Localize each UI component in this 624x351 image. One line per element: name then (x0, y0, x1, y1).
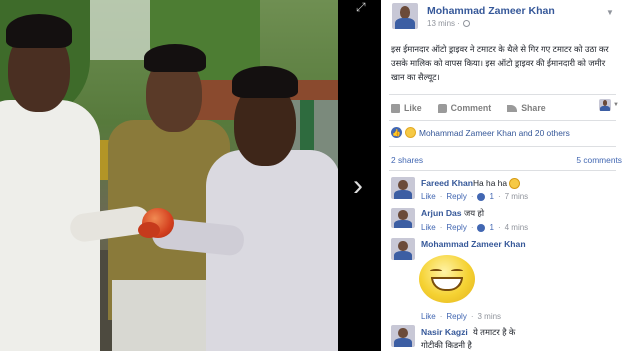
comment-meta: Like · Reply · 1 · 4 mins (421, 223, 529, 232)
sticker-eye (430, 269, 442, 273)
commenter-name[interactable]: Arjun Das (421, 208, 462, 218)
comment-text-content: Ha ha ha (473, 178, 507, 188)
chevron-down-icon[interactable]: ▼ (613, 102, 619, 108)
like-reaction-icon: 👍 (391, 127, 402, 138)
next-photo-button[interactable]: › (344, 168, 372, 204)
tomato (138, 222, 160, 238)
divider (389, 170, 616, 171)
laughing-emoji-icon (509, 178, 521, 190)
laughing-sticker (419, 255, 475, 303)
like-button[interactable]: Like (391, 103, 422, 113)
comments-count[interactable]: 5 comments (576, 155, 622, 165)
post-photo[interactable] (0, 0, 338, 351)
comment-label: Comment (450, 103, 492, 113)
comment-reply-link[interactable]: Reply (446, 312, 466, 321)
share-button[interactable]: Share (507, 103, 546, 113)
thumbs-up-icon (477, 192, 486, 201)
post-sidebar: Mohammad Zameer Khan 13 mins · ▼ इस ईमान… (381, 0, 624, 351)
author-name[interactable]: Mohammad Zameer Khan (427, 5, 555, 17)
comment-like-link[interactable]: Like (421, 192, 436, 201)
commenter-avatar[interactable] (391, 238, 415, 260)
comment-reply-link[interactable]: Reply (446, 192, 466, 201)
commenter-avatar[interactable] (391, 177, 415, 199)
sticker-eye (451, 269, 463, 273)
comment-like-link[interactable]: Like (421, 312, 436, 321)
post-text: इस ईमानदार ऑटो ड्राइवर ने टमाटर के थैले … (391, 44, 609, 82)
thumbs-up-icon (477, 223, 486, 232)
commenter-name[interactable]: Mohammad Zameer Khan (421, 239, 526, 249)
sticker-mouth (431, 277, 463, 291)
globe-icon (462, 20, 470, 27)
comment-text: Ha ha ha (473, 178, 521, 190)
like-label: Like (404, 103, 422, 113)
thumbs-up-icon (391, 103, 400, 113)
comment-reply-link[interactable]: Reply (446, 223, 466, 232)
divider (389, 94, 616, 95)
comment-text: ये तमाटर है के (473, 327, 516, 337)
commenter-avatar[interactable] (391, 208, 415, 228)
commenter-avatar[interactable] (391, 325, 415, 347)
share-label: Share (521, 103, 546, 113)
timestamp-text: 13 mins · (427, 19, 460, 28)
comment-button[interactable]: Comment (437, 103, 492, 113)
comment-like-link[interactable]: Like (421, 223, 436, 232)
reactions-text: Mohammad Zameer Khan and 20 others (419, 127, 570, 138)
post-timestamp[interactable]: 13 mins · (427, 19, 470, 28)
commenter-name[interactable]: Nasir Kagzi (421, 327, 468, 337)
divider (389, 120, 616, 121)
comment-meta: Like · Reply · 3 mins (421, 312, 502, 321)
comment-time[interactable]: 4 mins (505, 223, 529, 232)
share-icon (507, 104, 518, 112)
comment-meta: Like · Reply · 1 · 7 mins (421, 192, 529, 201)
comment-like-count[interactable]: 1 (489, 192, 493, 201)
divider (389, 146, 616, 147)
comment-time[interactable]: 3 mins (477, 312, 501, 321)
commenter-name[interactable]: Fareed Khan (421, 178, 473, 188)
shares-count[interactable]: 2 shares (391, 155, 423, 165)
haha-reaction-icon (405, 127, 416, 138)
chevron-down-icon[interactable]: ▼ (606, 8, 616, 18)
comment-text: जय हो (464, 208, 485, 218)
viewer-avatar[interactable] (599, 99, 611, 111)
post-actions: Like Comment Share (391, 99, 619, 117)
comment-time[interactable]: 7 mins (505, 192, 529, 201)
comment-text-line2: गोटीकी किडनी है (421, 340, 472, 350)
reactions-summary[interactable]: 👍 Mohammad Zameer Khan and 20 others (391, 127, 570, 138)
comment-icon (437, 103, 447, 113)
comment-like-count[interactable]: 1 (489, 223, 493, 232)
expand-icon[interactable]: ⤢ (356, 0, 376, 16)
author-avatar[interactable] (392, 3, 418, 29)
